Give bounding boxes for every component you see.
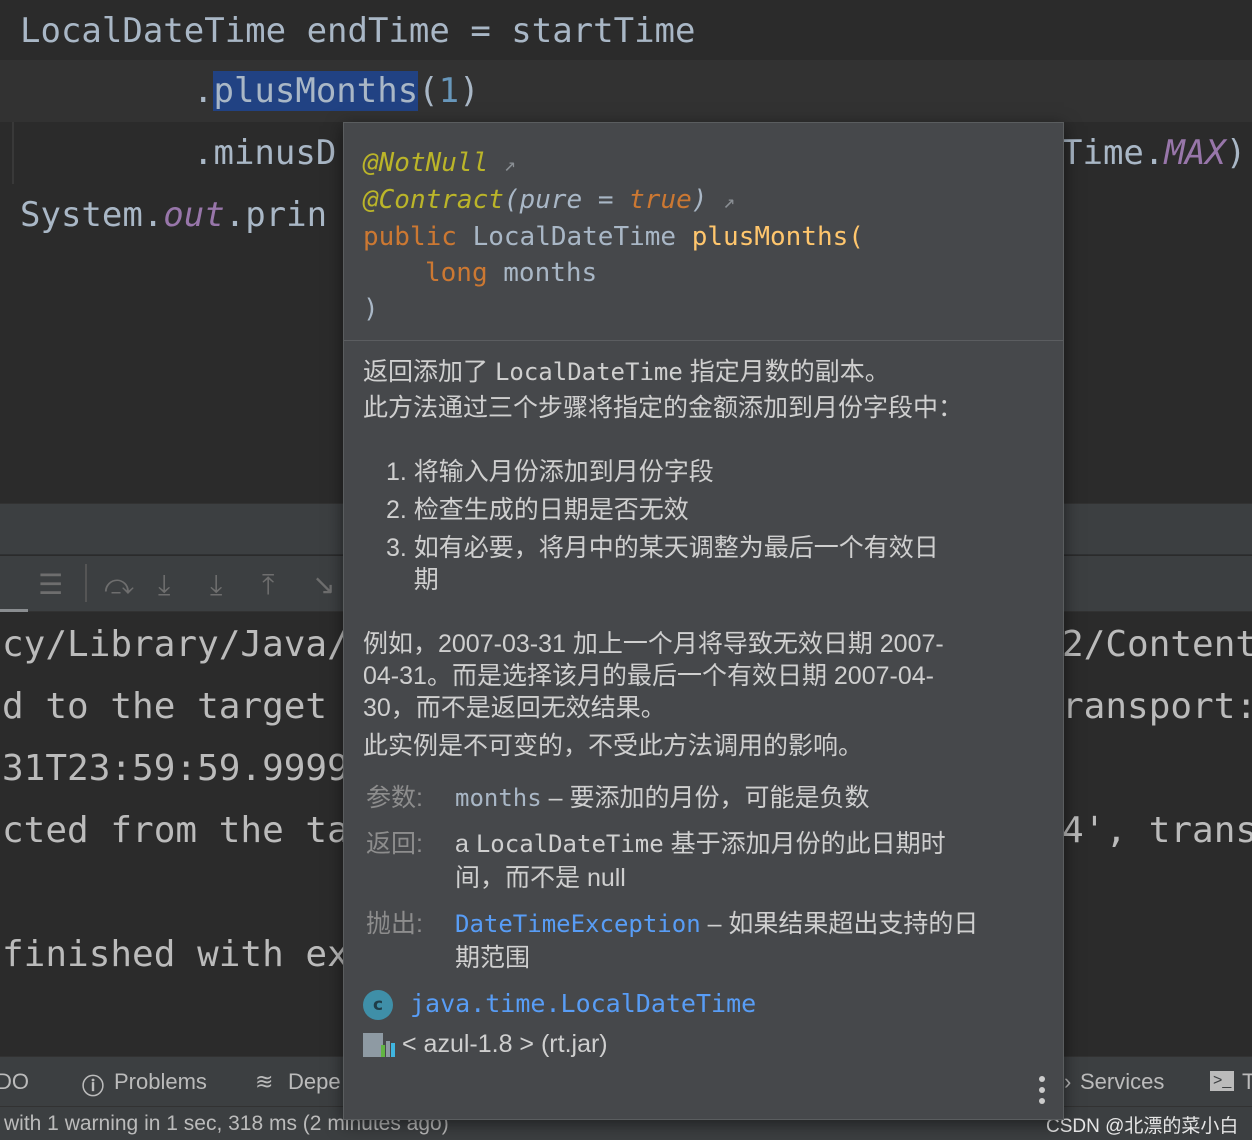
annotation-value: true — [629, 185, 692, 215]
current-line-highlight — [0, 60, 1252, 122]
code-line-1: LocalDateTime endTime = startTime — [20, 11, 696, 51]
step-item: 期 — [386, 566, 439, 594]
param-name: months — [455, 784, 542, 812]
code-text: ) — [1225, 133, 1247, 173]
download-icon[interactable]: ⤓ — [210, 568, 222, 602]
console-line: ransport: — [1062, 686, 1252, 727]
layers-icon: ≋ — [255, 1069, 274, 1094]
example-line: 例如，2007-03-31 加上一个月将导致无效日期 2007- — [363, 630, 944, 658]
paren: ) — [691, 185, 708, 215]
code-text: .prin — [224, 195, 328, 235]
description-line: 返回添加了 LocalDateTime 指定月数的副本。 — [363, 355, 890, 389]
menu-icon[interactable]: ☰ — [38, 568, 63, 601]
paren: ( — [503, 185, 520, 215]
class-link[interactable]: java.time.LocalDateTime — [410, 987, 756, 1021]
library-icon — [363, 1033, 395, 1057]
scroll-to-end-icon[interactable]: ⤓ — [158, 568, 170, 602]
description-line: 此方法通过三个步骤将指定的金额添加到月份字段中： — [363, 394, 964, 422]
throws-value-cont: 期范围 — [455, 944, 531, 972]
tab-terminal[interactable]: T — [1242, 1069, 1252, 1095]
paren: ) — [459, 71, 480, 111]
console-line: d to the target — [2, 686, 328, 727]
return-type: LocalDateTime — [456, 222, 692, 252]
params-label: 参数: — [366, 784, 423, 812]
more-options-icon[interactable] — [1039, 1076, 1045, 1109]
throws-value: DateTimeException – 如果结果超出支持的日 — [455, 907, 978, 941]
returns-value: a LocalDateTime 基于添加月份的此日期时 — [455, 827, 946, 861]
console-line: 4', trans — [1062, 810, 1252, 851]
example-line: 30，而不是返回无效结果。 — [363, 694, 666, 722]
arrow-down-right-icon[interactable]: ↘ — [312, 568, 335, 601]
class-icon: c — [363, 990, 393, 1020]
annotation-notnull[interactable]: @NotNull — [363, 148, 488, 178]
tab-dependencies[interactable]: Depe — [288, 1069, 341, 1095]
text: 返回添加了 — [363, 358, 495, 386]
tab-problems[interactable]: Problems — [114, 1069, 207, 1095]
dot: . — [193, 71, 214, 111]
external-link-icon[interactable]: ↗ — [504, 152, 516, 176]
paren: ) — [363, 294, 379, 324]
code-text: LocalDateTime — [494, 358, 683, 386]
method-name: plusMonths — [691, 222, 849, 252]
toolbar-divider — [85, 564, 87, 602]
step-item: 3. 如有必要，将月中的某天调整为最后一个有效日 — [386, 534, 939, 562]
param-name: months — [487, 258, 598, 288]
indent-guide — [12, 122, 14, 184]
code-text: Time. — [1062, 133, 1165, 173]
selected-method[interactable]: plusMonths — [213, 71, 419, 111]
terminal-icon: >_ — [1210, 1071, 1235, 1091]
returns-value-cont: 间，而不是 null — [455, 864, 626, 892]
text: – 要添加的月份，可能是负数 — [541, 784, 870, 812]
step-item: 1. 将输入月份添加到月份字段 — [386, 458, 714, 486]
static-field: out — [163, 195, 225, 235]
console-line: cy/Library/Java/ — [2, 624, 349, 665]
example-line: 04-31。而是选择该月的最后一个有效日期 2007-04- — [363, 662, 934, 690]
services-icon: › — [1064, 1069, 1072, 1094]
returns-label: 返回: — [366, 830, 423, 858]
console-line: finished with ex — [2, 934, 349, 975]
keyword: long — [425, 258, 488, 288]
external-link-icon[interactable]: ↗ — [723, 189, 735, 213]
paren: ( — [848, 222, 864, 252]
step-item: 2. 检查生成的日期是否无效 — [386, 496, 689, 524]
static-field: MAX — [1164, 133, 1226, 173]
throws-label: 抛出: — [366, 910, 423, 938]
code-line-2[interactable]: .plusMonths(1) — [193, 60, 480, 122]
exception-link[interactable]: DateTimeException — [455, 910, 701, 938]
method-signature: @NotNull ↗ @Contract(pure = true) ↗ publ… — [344, 123, 1063, 341]
annotation-param: pure — [519, 185, 583, 215]
params-value: months – 要添加的月份，可能是负数 — [455, 781, 870, 815]
code-text: LocalDateTime — [475, 830, 664, 858]
code-line-4: System.out.prin — [20, 184, 327, 246]
paren: ( — [418, 71, 439, 111]
tab-todo[interactable]: DO — [0, 1069, 29, 1095]
soft-wrap-icon[interactable]: ⤼ — [104, 568, 134, 602]
problems-icon: ⓘ — [82, 1074, 105, 1099]
text: 基于添加月份的此日期时 — [663, 830, 946, 858]
code-text: System. — [20, 195, 164, 235]
code-line-3-right: Time.MAX) — [1062, 122, 1246, 184]
documentation-popup: @NotNull ↗ @Contract(pure = true) ↗ publ… — [343, 122, 1064, 1120]
code-line-3: .minusD — [193, 133, 337, 173]
text: a — [455, 830, 476, 858]
text: – 如果结果超出支持的日 — [700, 910, 979, 938]
console-line: cted from the ta — [2, 810, 349, 851]
upload-icon[interactable]: ⤒ — [262, 568, 274, 602]
equals: = — [582, 185, 630, 215]
number-literal: 1 — [438, 71, 460, 111]
text: 指定月数的副本。 — [682, 358, 890, 386]
library-label: < azul-1.8 > (rt.jar) — [402, 1030, 608, 1058]
tab-services[interactable]: Services — [1080, 1069, 1164, 1095]
annotation-contract[interactable]: @Contract — [363, 185, 504, 215]
immutable-note: 此实例是不可变的，不受此方法调用的影响。 — [363, 732, 864, 760]
console-line: 31T23:59:59.9999 — [2, 748, 349, 789]
active-tab-indicator — [0, 609, 28, 612]
keyword: public — [363, 222, 457, 252]
console-line: 2/Content — [1062, 624, 1252, 665]
watermark: CSDN @北漂的菜小白 — [1046, 1116, 1239, 1137]
